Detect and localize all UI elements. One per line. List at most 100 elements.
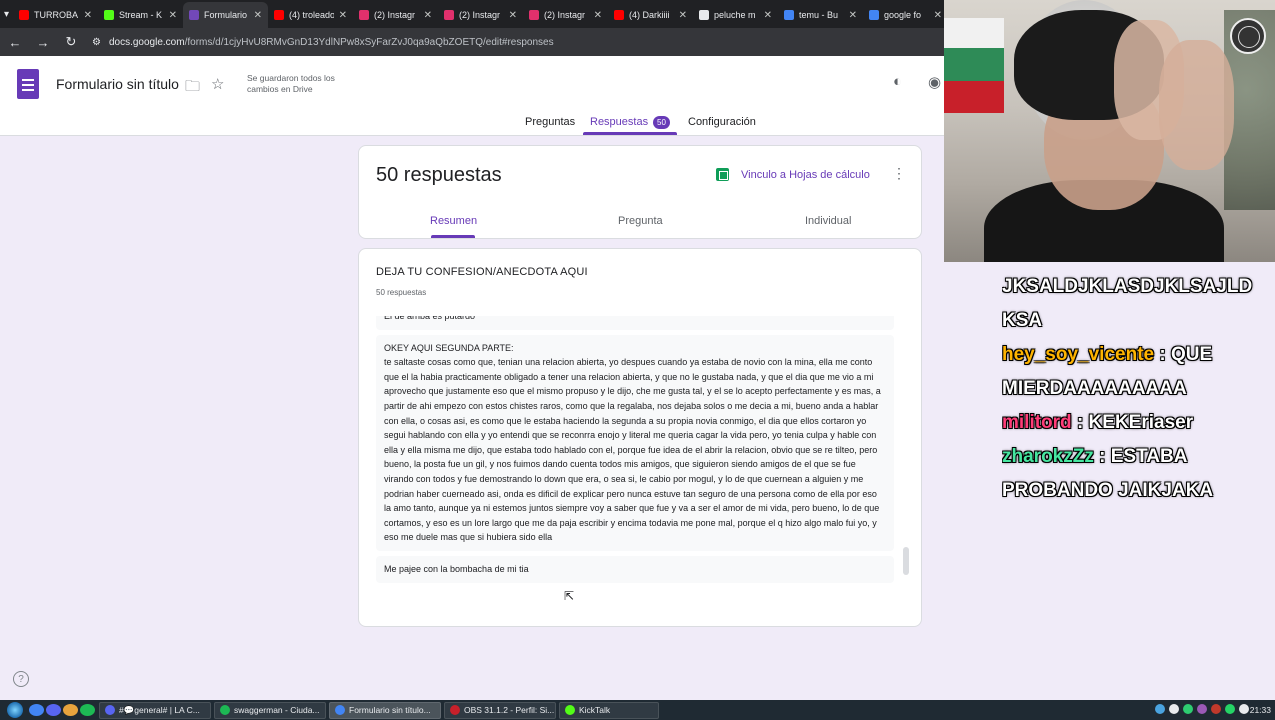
taskbar-app-icon (565, 705, 575, 715)
tab-respuestas[interactable]: Respuestas (590, 116, 648, 128)
tab-close-icon[interactable]: ✕ (84, 10, 92, 21)
system-tray (1155, 704, 1249, 714)
tab-label: Formulario (204, 10, 248, 20)
chat-message: militord : KEKEriaser (1002, 406, 1275, 440)
clock[interactable]: 21:33 (1250, 705, 1271, 715)
tab-label: (4) troleado (289, 10, 334, 20)
tab-close-icon[interactable]: ✕ (339, 10, 347, 21)
taskbar-app-icon (105, 705, 115, 715)
tab-favicon-icon (274, 10, 285, 20)
tab-search-chevron-icon[interactable]: ▾ (4, 4, 9, 24)
question-response-count: 50 respuestas (376, 288, 427, 297)
answers-scrollbar[interactable] (903, 547, 909, 575)
url-input[interactable]: ⚙ docs.google.com/forms/d/1cjyHvU8RMvGnD… (92, 32, 936, 52)
forward-icon[interactable]: → (36, 35, 50, 50)
taskbar-window-label: KickTalk (579, 705, 611, 715)
tab-close-icon[interactable]: ✕ (254, 10, 262, 21)
tab-close-icon[interactable]: ✕ (764, 10, 772, 21)
subtab-pregunta[interactable]: Pregunta (618, 215, 663, 227)
responses-summary-card: 50 respuestas Vinculo a Hojas de cálculo… (358, 145, 922, 239)
browser-tab[interactable]: (2) Instagr ✕ (438, 2, 523, 28)
quicklaunch-discord-icon[interactable] (46, 704, 61, 716)
taskbar-window-label: OBS 31.1.2 - Perfil: Si... (464, 705, 555, 715)
browser-tab[interactable]: TURROBA ✕ (13, 2, 98, 28)
link-to-sheets-button[interactable]: Vinculo a Hojas de cálculo (741, 169, 870, 181)
tab-label: (2) Instagr (374, 10, 416, 20)
tab-close-icon[interactable]: ✕ (169, 10, 177, 21)
reload-icon[interactable]: ↻ (64, 34, 78, 50)
taskbar-app-icon (220, 705, 230, 715)
tab-label: (4) Darkiiii (629, 10, 670, 20)
save-status: Se guardaron todos los cambios en Drive (247, 73, 335, 94)
tab-close-icon[interactable]: ✕ (424, 10, 432, 21)
tab-close-icon[interactable]: ✕ (934, 10, 942, 21)
taskbar-window-button[interactable]: OBS 31.1.2 - Perfil: Si... (444, 701, 556, 719)
tray-icon[interactable] (1183, 704, 1193, 714)
tab-close-icon[interactable]: ✕ (679, 10, 687, 21)
tab-close-icon[interactable]: ✕ (509, 10, 517, 21)
browser-tab[interactable]: (4) troleado ✕ (268, 2, 353, 28)
chat-message: hey_soy_vicente : QUE MIERDAAAAAAAAA (1002, 338, 1275, 406)
chat-text: : KEKEriaser (1076, 412, 1194, 433)
palette-icon[interactable]: ◐ (893, 73, 902, 90)
active-subtab-indicator (431, 235, 475, 238)
tray-icon[interactable] (1211, 704, 1221, 714)
tab-label: (2) Instagr (459, 10, 501, 20)
browser-tab[interactable]: (4) Darkiiii ✕ (608, 2, 693, 28)
tray-icon[interactable] (1169, 704, 1179, 714)
list-item: El de arriba es putardo (376, 316, 894, 330)
tab-configuracion[interactable]: Configuración (688, 116, 756, 128)
quicklaunch-spotify-icon[interactable] (80, 704, 95, 716)
active-tab-indicator (583, 132, 677, 135)
browser-tab[interactable]: Formulario ✕ (183, 2, 269, 28)
quicklaunch-folder-icon[interactable] (63, 704, 78, 716)
tab-label: temu - Bu (799, 10, 839, 20)
taskbar-window-button[interactable]: Formulario sin título... (329, 701, 441, 719)
more-options-icon[interactable]: ⋮ (892, 165, 906, 182)
browser-tab[interactable]: peluche m ✕ (693, 2, 778, 28)
preview-eye-icon[interactable]: ◉ (928, 73, 941, 91)
chat-message: zharokzZz : ESTABA PROBANDO JAIKJAKA (1002, 440, 1275, 508)
back-icon[interactable]: ← (8, 35, 22, 50)
windows-taskbar: #💬general# | LA C... swaggerman - Ciuda..… (0, 700, 1275, 720)
tab-favicon-icon (189, 10, 200, 20)
subtab-individual[interactable]: Individual (805, 215, 851, 227)
responses-count-heading: 50 respuestas (376, 164, 502, 186)
taskbar-window-button[interactable]: KickTalk (559, 701, 659, 719)
tab-close-icon[interactable]: ✕ (849, 10, 857, 21)
tray-icon[interactable] (1197, 704, 1207, 714)
browser-tab[interactable]: Stream - K ✕ (98, 2, 183, 28)
start-button[interactable] (2, 700, 28, 720)
browser-tab[interactable]: (2) Instagr ✕ (353, 2, 438, 28)
taskbar-items: #💬general# | LA C... swaggerman - Ciuda..… (96, 701, 659, 719)
tab-close-icon[interactable]: ✕ (594, 10, 602, 21)
star-icon[interactable]: ☆ (211, 75, 224, 93)
answers-list[interactable]: El de arriba es putardo OKEY AQUI SEGUND… (376, 316, 894, 612)
subtab-resumen[interactable]: Resumen (430, 215, 477, 227)
url-host: docs.google.com (108, 36, 185, 48)
whatsapp-icon[interactable] (1225, 704, 1235, 714)
quicklaunch-chrome-icon[interactable] (29, 704, 44, 716)
flag-image (944, 18, 1004, 113)
browser-tab[interactable]: (2) Instagr ✕ (523, 2, 608, 28)
tab-preguntas[interactable]: Preguntas (525, 116, 575, 128)
taskbar-window-button[interactable]: #💬general# | LA C... (99, 701, 211, 719)
browser-tab[interactable]: temu - Bu ✕ (778, 2, 863, 28)
tab-label: google fo (884, 10, 922, 20)
folder-icon[interactable]: 🗀 (185, 76, 200, 101)
volume-icon[interactable] (1239, 704, 1249, 714)
site-info-icon[interactable]: ⚙ (92, 37, 101, 48)
form-title[interactable]: Formulario sin título (56, 76, 179, 92)
browser-tab[interactable]: google fo ✕ (863, 2, 948, 28)
tab-favicon-icon (104, 10, 115, 20)
taskbar-window-button[interactable]: swaggerman - Ciuda... (214, 701, 326, 719)
forms-header (0, 56, 944, 136)
google-forms-logo-icon[interactable] (17, 69, 39, 99)
sheets-icon[interactable] (716, 168, 729, 181)
webcam-overlay (944, 0, 1275, 262)
tab-favicon-icon (444, 10, 455, 20)
tab-label: (2) Instagr (544, 10, 586, 20)
help-icon[interactable]: ? (13, 671, 29, 687)
tray-icon[interactable] (1155, 704, 1165, 714)
chat-username: militord (1002, 412, 1072, 433)
